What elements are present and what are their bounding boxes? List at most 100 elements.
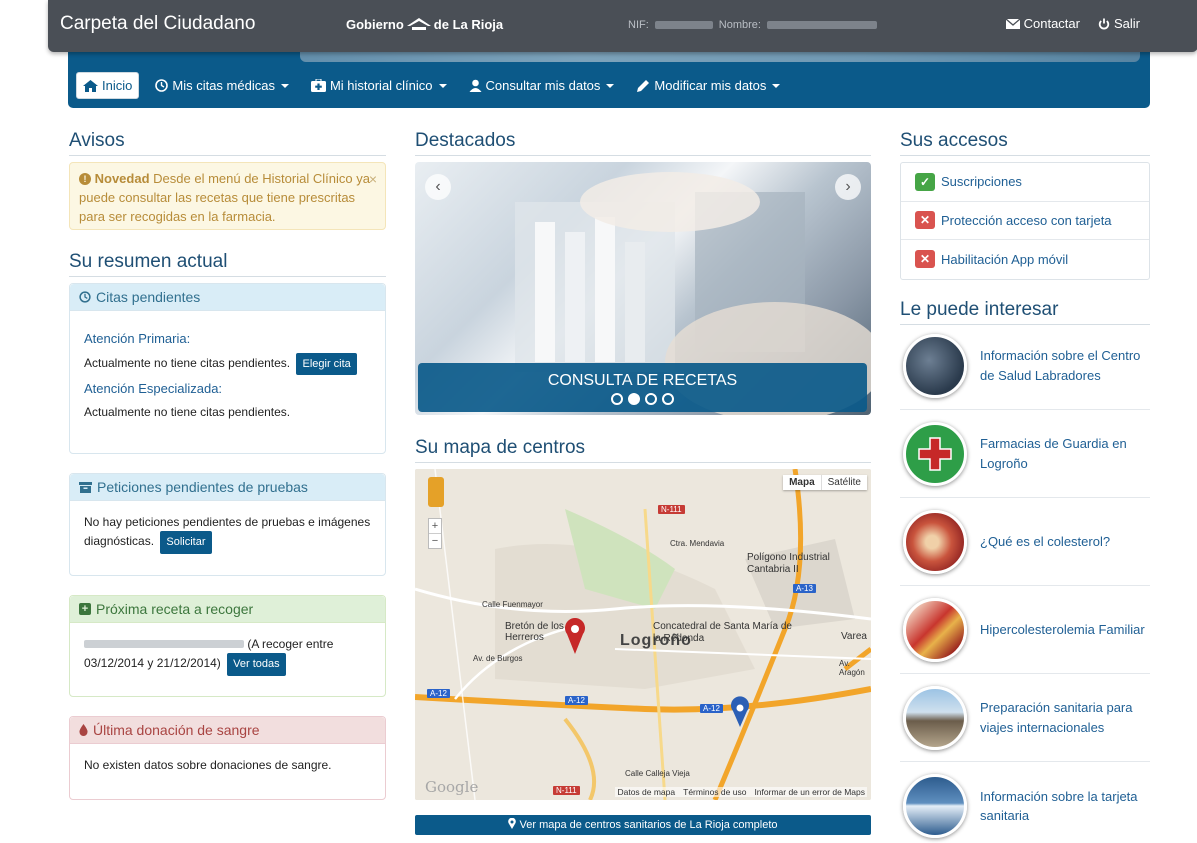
- map-label-poligono: Polígono Industrial Cantabria II: [747, 552, 830, 575]
- nav-appointments[interactable]: Mis citas médicas: [149, 73, 295, 98]
- specialized-care-label: Atención Especializada:: [84, 381, 223, 396]
- gov-roof-icon: [406, 18, 431, 30]
- access-item-label: Protección acceso con tarjeta: [941, 212, 1112, 228]
- notice-alert: ! Novedad Desde el menú de Historial Clí…: [69, 162, 386, 230]
- chevron-down-icon: [280, 83, 289, 88]
- road-a12-center: A-12: [565, 696, 588, 705]
- zoom-control: + −: [428, 518, 442, 549]
- map-label-concatedral: Concatedral de Santa María de la Redonda: [653, 621, 792, 644]
- nav-history[interactable]: Mi historial clínico: [305, 73, 453, 98]
- zoom-in-button[interactable]: +: [429, 519, 441, 533]
- choose-appointment-button[interactable]: Elegir cita: [296, 352, 357, 375]
- pencil-icon: [637, 79, 650, 92]
- prescription-panel-title: Próxima receta a recoger: [96, 601, 254, 617]
- clock-icon: [79, 291, 91, 303]
- citas-panel-header: Citas pendientes: [70, 284, 385, 311]
- destacados-title: Destacados: [415, 130, 871, 156]
- access-item-mobile-app[interactable]: ✕ Habilitación App móvil: [901, 240, 1149, 279]
- access-item-label: Suscripciones: [941, 174, 1022, 190]
- map-type-map-button[interactable]: Mapa: [783, 475, 821, 490]
- map-terms-link[interactable]: Términos de uso: [683, 787, 746, 797]
- map-label-breton: Bretón de los Herreros: [505, 621, 564, 643]
- interest-item-label: Farmacias de Guardia en Logroño: [980, 436, 1127, 471]
- interest-item-label: Hipercolesterolemia Familiar: [980, 621, 1145, 637]
- cross-icon: ✕: [915, 250, 935, 269]
- featured-carousel[interactable]: ‹ › CONSULTA DE RECETAS: [415, 162, 871, 415]
- carousel-dot-1[interactable]: [611, 393, 623, 405]
- map-type-control: Mapa Satélite: [783, 475, 867, 490]
- contact-label: Contactar: [1023, 16, 1080, 31]
- carousel-indicators: [418, 393, 867, 405]
- user-info: NIF: Nombre:: [628, 19, 877, 31]
- access-list: ✓ Suscripciones ✕ Protección acceso con …: [900, 162, 1150, 280]
- interest-item-travel[interactable]: Preparación sanitaria para viajes intern…: [900, 674, 1150, 762]
- carousel-next-button[interactable]: ›: [835, 174, 861, 200]
- map-label-mendavia: Ctra. Mendavia: [670, 539, 725, 548]
- primary-care-label: Atención Primaria:: [84, 331, 191, 346]
- donation-panel-title: Última donación de sangre: [93, 722, 260, 738]
- interest-item-hypercholesterolemia[interactable]: Hipercolesterolemia Familiar: [900, 586, 1150, 674]
- road-n111-top: N-111: [658, 505, 685, 514]
- map-title: Su mapa de centros: [415, 437, 871, 463]
- interest-item-health-card[interactable]: Información sobre la tarjeta sanitaria: [900, 762, 1150, 843]
- carousel-caption-text: CONSULTA DE RECETAS: [547, 372, 738, 389]
- donation-text: No existen datos sobre donaciones de san…: [84, 758, 332, 772]
- tests-panel: Peticiones pendientes de pruebas No hay …: [69, 473, 386, 576]
- chevron-down-icon: [606, 83, 615, 88]
- nav-history-label: Mi historial clínico: [329, 78, 433, 93]
- gov-logo-left: Gobierno: [346, 16, 404, 32]
- centers-map[interactable]: + − Mapa Satélite N-111 A-13 A-12 A-12 A…: [415, 469, 871, 800]
- user-icon: [469, 79, 482, 92]
- nav-modify[interactable]: Modificar mis datos: [630, 73, 786, 98]
- carousel-prev-button[interactable]: ‹: [425, 174, 451, 200]
- map-label-fuenmayor: Calle Fuenmayor: [482, 600, 543, 609]
- specialized-care-text: Actualmente no tiene citas pendientes.: [84, 404, 291, 419]
- accesos-title: Sus accesos: [900, 130, 1150, 156]
- road-a12-east: A-12: [700, 704, 723, 713]
- access-item-subscriptions[interactable]: ✓ Suscripciones: [901, 163, 1149, 202]
- interest-item-label: Preparación sanitaria para viajes intern…: [980, 700, 1133, 735]
- interest-item-pharmacies[interactable]: Farmacias de Guardia en Logroño: [900, 410, 1150, 498]
- nav-consult[interactable]: Consultar mis datos: [463, 73, 621, 98]
- interest-item-health-center[interactable]: Información sobre el Centro de Salud Lab…: [900, 322, 1150, 410]
- road-a12-west: A-12: [427, 689, 450, 698]
- zoom-out-button[interactable]: −: [429, 533, 441, 548]
- access-item-card-protection[interactable]: ✕ Protección acceso con tarjeta: [901, 202, 1149, 240]
- donation-panel: Última donación de sangre No existen dat…: [69, 716, 386, 800]
- view-all-button[interactable]: Ver todas: [227, 653, 286, 676]
- carousel-dot-4[interactable]: [662, 393, 674, 405]
- pharmacy-cross-icon: [918, 436, 952, 471]
- notice-label: Novedad: [94, 171, 150, 186]
- drop-icon: [79, 724, 88, 736]
- full-map-button[interactable]: Ver mapa de centros sanitarios de La Rio…: [415, 815, 871, 835]
- carousel-dot-2[interactable]: [628, 393, 640, 405]
- citas-panel: Citas pendientes Atención Primaria: Actu…: [69, 283, 386, 454]
- nav-consult-label: Consultar mis datos: [485, 78, 601, 93]
- contact-link[interactable]: Contactar: [1005, 16, 1080, 31]
- home-icon: [83, 79, 98, 92]
- map-label-aragon: Av. Aragón: [839, 659, 865, 677]
- nif-label: NIF:: [628, 19, 649, 31]
- nif-value-redacted: [654, 21, 713, 29]
- carousel-dot-3[interactable]: [645, 393, 657, 405]
- app-title[interactable]: Carpeta del Ciudadano: [60, 13, 255, 35]
- gov-logo: Gobierno de La Rioja: [346, 16, 503, 32]
- close-icon[interactable]: ×: [369, 169, 377, 189]
- map-type-satellite-button[interactable]: Satélite: [820, 475, 867, 490]
- street-view-pegman-icon[interactable]: [428, 477, 444, 507]
- tests-text: No hay peticiones pendientes de pruebas …: [84, 515, 371, 548]
- nav-appointments-label: Mis citas médicas: [172, 78, 275, 93]
- interest-item-label: ¿Qué es el colesterol?: [980, 533, 1111, 549]
- map-report-link[interactable]: Informar de un error de Maps: [754, 787, 865, 797]
- nav-home[interactable]: Inicio: [76, 72, 140, 99]
- pharmacy-cross-thumbnail: [903, 421, 967, 486]
- map-data-link[interactable]: Datos de mapa: [617, 787, 675, 797]
- access-item-label: Habilitación App móvil: [941, 251, 1069, 267]
- nav-modify-label: Modificar mis datos: [654, 78, 767, 93]
- request-button[interactable]: Solicitar: [160, 531, 212, 554]
- full-map-label: Ver mapa de centros sanitarios de La Rio…: [519, 819, 778, 831]
- travel-thumbnail: [903, 685, 967, 750]
- hypercholesterolemia-thumbnail: [903, 597, 967, 662]
- interest-item-cholesterol[interactable]: ¿Qué es el colesterol?: [900, 498, 1150, 586]
- logout-link[interactable]: Salir: [1098, 16, 1140, 31]
